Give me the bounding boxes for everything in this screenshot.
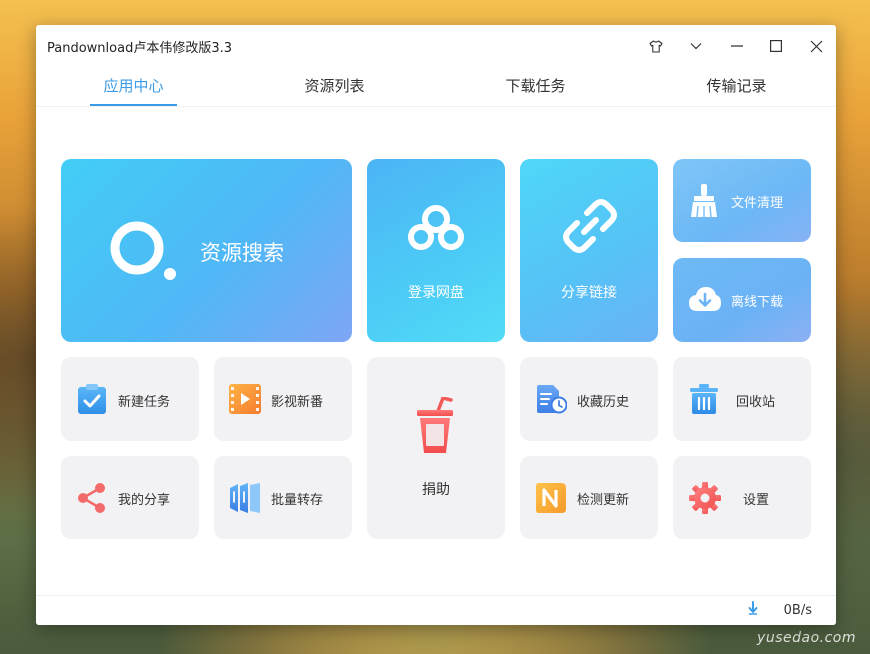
minimize-icon	[731, 45, 743, 47]
window-title: Pandownload卢本伟修改版3.3	[47, 41, 232, 56]
film-icon	[229, 384, 261, 414]
file-clean-label: 文件清理	[731, 196, 784, 211]
share-link-tile[interactable]: 分享链接	[520, 159, 658, 342]
maximize-icon	[770, 40, 782, 52]
minimize-button[interactable]	[722, 33, 752, 59]
new-task-tile[interactable]: 新建任务	[61, 357, 199, 441]
trash-icon	[690, 384, 718, 414]
share-link-label: 分享链接	[561, 285, 617, 301]
favorites-history-tile[interactable]: 收藏历史	[520, 357, 658, 441]
watermark: yusedao.com	[757, 630, 856, 646]
video-label: 影视新番	[271, 395, 324, 410]
link-chain-icon	[563, 199, 617, 253]
update-new-icon	[536, 483, 566, 513]
login-netdisk-tile[interactable]: 登录网盘	[367, 159, 505, 342]
resource-search-tile[interactable]: 资源搜索	[61, 159, 352, 342]
share-nodes-icon	[78, 483, 105, 513]
status-bar: 0B/s	[36, 595, 836, 625]
download-arrow-icon	[748, 601, 758, 615]
drink-cup-icon	[417, 397, 453, 453]
offline-download-tile[interactable]: 离线下载	[673, 258, 811, 342]
chevron-down-icon	[690, 43, 702, 50]
login-netdisk-label: 登录网盘	[408, 285, 464, 301]
recycle-bin-tile[interactable]: 回收站	[673, 357, 811, 441]
close-icon	[810, 40, 822, 52]
cloud-download-icon	[689, 287, 721, 311]
donate-label: 捐助	[422, 482, 450, 498]
favorites-history-label: 收藏历史	[577, 395, 630, 410]
title-bar[interactable]: Pandownload卢本伟修改版3.3	[36, 25, 836, 65]
app-window: Pandownload卢本伟修改版3.3 应用中心 资源列表 下载任务 传输记录…	[36, 25, 836, 625]
video-tile[interactable]: 影视新番	[214, 357, 352, 441]
batch-columns-icon	[230, 483, 260, 513]
shirt-icon	[649, 39, 663, 53]
tab-transfer-history[interactable]: 传输记录	[693, 75, 780, 103]
batch-save-tile[interactable]: 批量转存	[214, 456, 352, 539]
broom-icon	[691, 184, 717, 218]
tab-resource-list[interactable]: 资源列表	[291, 75, 378, 103]
offline-download-label: 离线下载	[731, 295, 784, 310]
clipboard-check-icon	[78, 384, 106, 414]
close-button[interactable]	[801, 33, 831, 59]
cloud-logo-icon	[408, 205, 464, 250]
tab-download-tasks[interactable]: 下载任务	[492, 75, 579, 103]
settings-label: 设置	[743, 493, 770, 508]
search-icon	[110, 221, 176, 280]
main-tabs: 应用中心 资源列表 下载任务 传输记录	[36, 65, 836, 107]
gear-icon	[689, 482, 721, 514]
tab-app-center[interactable]: 应用中心	[90, 75, 177, 106]
maximize-button[interactable]	[761, 33, 791, 59]
download-speed: 0B/s	[783, 603, 812, 618]
skin-button[interactable]	[641, 33, 671, 59]
recycle-bin-label: 回收站	[736, 395, 776, 410]
donate-tile[interactable]: 捐助	[367, 357, 505, 539]
history-clock-icon	[537, 385, 567, 414]
my-share-tile[interactable]: 我的分享	[61, 456, 199, 539]
file-clean-tile[interactable]: 文件清理	[673, 159, 811, 242]
resource-search-label: 资源搜索	[200, 241, 284, 265]
check-update-tile[interactable]: 检测更新	[520, 456, 658, 539]
batch-save-label: 批量转存	[271, 493, 324, 508]
settings-tile[interactable]: 设置	[673, 456, 811, 539]
new-task-label: 新建任务	[118, 395, 171, 410]
menu-dropdown-button[interactable]	[681, 33, 711, 59]
my-share-label: 我的分享	[118, 493, 171, 508]
check-update-label: 检测更新	[577, 493, 630, 508]
